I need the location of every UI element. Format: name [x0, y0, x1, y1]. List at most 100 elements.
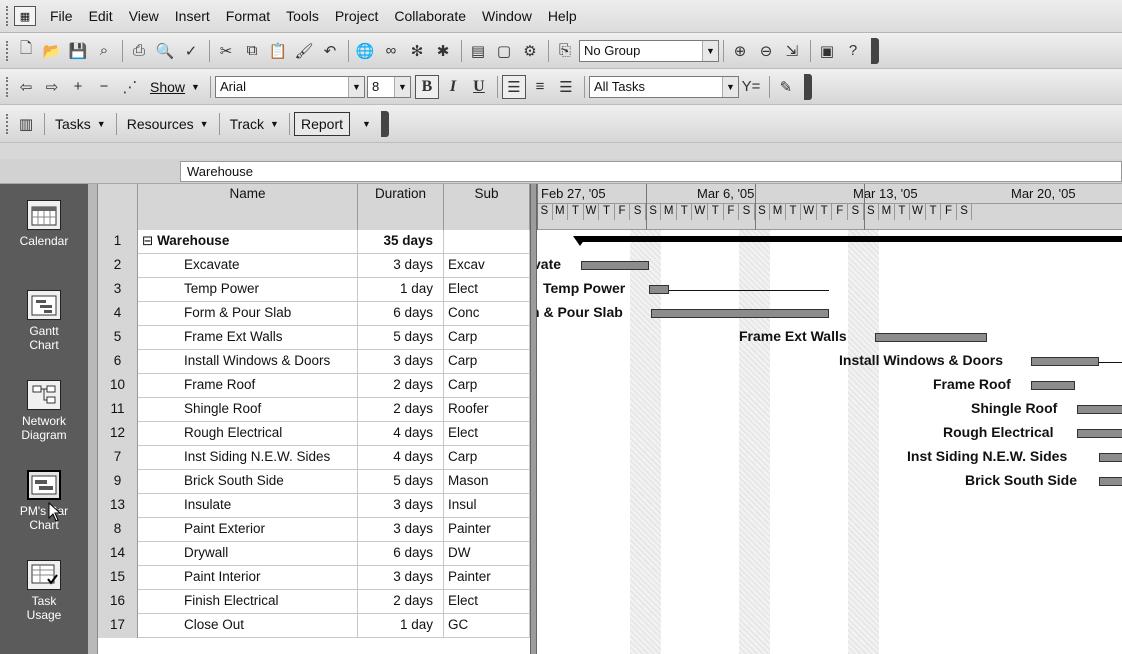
- column-header-name[interactable]: Name: [138, 184, 358, 230]
- print-preview-icon[interactable]: 🔍: [153, 39, 177, 63]
- task-name-cell[interactable]: Install Windows & Doors: [138, 350, 358, 374]
- table-row[interactable]: 15 Paint Interior 3 days Painter: [98, 566, 530, 590]
- table-row[interactable]: 16 Finish Electrical 2 days Elect: [98, 590, 530, 614]
- align-left-icon[interactable]: ☰: [501, 74, 526, 99]
- row-id-cell[interactable]: 12: [98, 422, 138, 446]
- paste-icon[interactable]: 📋: [266, 39, 290, 63]
- menu-collaborate[interactable]: Collaborate: [386, 8, 474, 24]
- sub-cell[interactable]: Carp: [444, 446, 530, 470]
- autofilter-icon[interactable]: Y=: [739, 75, 763, 99]
- table-row[interactable]: 2 Excavate 3 days Excav: [98, 254, 530, 278]
- task-name-cell[interactable]: Paint Interior: [138, 566, 358, 590]
- table-row[interactable]: 4 Form & Pour Slab 6 days Conc: [98, 302, 530, 326]
- hyperlink-globe-icon[interactable]: 🌐: [353, 39, 377, 63]
- zoom-in-icon[interactable]: ⊕: [728, 39, 752, 63]
- row-id-cell[interactable]: 2: [98, 254, 138, 278]
- indent-icon[interactable]: ⇨: [40, 75, 64, 99]
- toolbar-grip[interactable]: [6, 113, 10, 134]
- duration-cell[interactable]: 5 days: [358, 326, 444, 350]
- table-row[interactable]: 14 Drywall 6 days DW: [98, 542, 530, 566]
- task-name-cell[interactable]: Frame Ext Walls: [138, 326, 358, 350]
- font-size-select[interactable]: 8 ▼: [366, 75, 411, 98]
- table-row[interactable]: 9 Brick South Side 5 days Mason: [98, 470, 530, 494]
- row-id-cell[interactable]: 13: [98, 494, 138, 518]
- menu-format[interactable]: Format: [218, 8, 278, 24]
- sub-cell[interactable]: Roofer: [444, 398, 530, 422]
- duration-cell[interactable]: 6 days: [358, 542, 444, 566]
- duration-cell[interactable]: 1 day: [358, 614, 444, 638]
- task-bar[interactable]: [1077, 405, 1122, 414]
- task-bar[interactable]: [875, 333, 987, 342]
- show-subtasks-icon[interactable]: +: [66, 75, 90, 99]
- menu-edit[interactable]: Edit: [81, 8, 121, 24]
- zoom-out-icon[interactable]: ⊖: [754, 39, 778, 63]
- underline-button[interactable]: U: [467, 75, 491, 99]
- menu-insert[interactable]: Insert: [167, 8, 218, 24]
- task-name-cell[interactable]: Insulate: [138, 494, 358, 518]
- sub-cell[interactable]: Painter: [444, 518, 530, 542]
- task-bar[interactable]: [581, 261, 649, 270]
- link-tasks-icon[interactable]: ∞: [379, 39, 403, 63]
- sub-cell[interactable]: Insul: [444, 494, 530, 518]
- duration-cell[interactable]: 2 days: [358, 590, 444, 614]
- task-name-cell[interactable]: Drywall: [138, 542, 358, 566]
- spelling-icon[interactable]: ✓: [179, 39, 203, 63]
- sub-cell[interactable]: GC: [444, 614, 530, 638]
- copy-picture-icon[interactable]: ▣: [815, 39, 839, 63]
- sub-cell[interactable]: Elect: [444, 422, 530, 446]
- duration-cell[interactable]: 6 days: [358, 302, 444, 326]
- bold-button[interactable]: B: [414, 74, 439, 99]
- view-gantt-chart[interactable]: Gantt Chart: [0, 290, 88, 352]
- task-name-cell[interactable]: Paint Exterior: [138, 518, 358, 542]
- sub-cell[interactable]: DW: [444, 542, 530, 566]
- toolbar-options[interactable]: [380, 110, 389, 137]
- row-id-cell[interactable]: 11: [98, 398, 138, 422]
- menu-help[interactable]: Help: [540, 8, 585, 24]
- table-row[interactable]: 11 Shingle Roof 2 days Roofer: [98, 398, 530, 422]
- task-name-cell[interactable]: Form & Pour Slab: [138, 302, 358, 326]
- sub-cell[interactable]: Conc: [444, 302, 530, 326]
- align-right-icon[interactable]: ☰: [554, 75, 578, 99]
- pane-splitter[interactable]: [530, 184, 537, 654]
- chevron-down-icon[interactable]: ▼: [702, 40, 718, 61]
- toolbar-options[interactable]: [803, 73, 812, 100]
- tasks-guide-button[interactable]: Tasks ▼: [49, 112, 112, 136]
- format-painter-icon[interactable]: 🖌: [292, 39, 316, 63]
- duration-cell[interactable]: 5 days: [358, 470, 444, 494]
- project-document-icon[interactable]: ▦: [14, 6, 36, 26]
- duration-cell[interactable]: 3 days: [358, 254, 444, 278]
- task-name-cell[interactable]: ⊟ Warehouse: [138, 230, 358, 254]
- chevron-down-icon[interactable]: ▼: [721, 76, 738, 97]
- duration-cell[interactable]: 4 days: [358, 422, 444, 446]
- duration-cell[interactable]: 35 days: [358, 230, 444, 254]
- row-id-cell[interactable]: 3: [98, 278, 138, 302]
- report-dropdown[interactable]: ▼: [350, 112, 377, 136]
- group-select[interactable]: No Group ▼: [579, 39, 719, 62]
- view-task-usage[interactable]: Task Usage: [0, 560, 88, 622]
- copy-icon[interactable]: ⧉: [240, 39, 264, 63]
- menu-view[interactable]: View: [121, 8, 167, 24]
- table-row[interactable]: 3 Temp Power 1 day Elect: [98, 278, 530, 302]
- save-icon[interactable]: 💾: [66, 39, 90, 63]
- new-icon[interactable]: 🗋: [14, 39, 38, 63]
- duration-cell[interactable]: 3 days: [358, 518, 444, 542]
- row-id-cell[interactable]: 1: [98, 230, 138, 254]
- table-row[interactable]: 13 Insulate 3 days Insul: [98, 494, 530, 518]
- hide-subtasks-icon[interactable]: −: [92, 75, 116, 99]
- toolbar-options[interactable]: [871, 37, 879, 64]
- task-name-cell[interactable]: Close Out: [138, 614, 358, 638]
- row-id-cell[interactable]: 5: [98, 326, 138, 350]
- sub-cell[interactable]: Carp: [444, 374, 530, 398]
- sub-cell[interactable]: Carp: [444, 350, 530, 374]
- cut-icon[interactable]: ✂: [214, 39, 238, 63]
- show-outline-icon[interactable]: ⋰: [118, 75, 142, 99]
- chevron-down-icon[interactable]: ▼: [347, 76, 364, 97]
- collapse-icon[interactable]: ⊟: [142, 233, 157, 248]
- align-center-icon[interactable]: ≡: [528, 75, 552, 99]
- column-header-sub[interactable]: Sub: [444, 184, 530, 230]
- sub-cell[interactable]: Mason: [444, 470, 530, 494]
- column-header-duration[interactable]: Duration: [358, 184, 444, 230]
- sub-cell[interactable]: Excav: [444, 254, 530, 278]
- table-row[interactable]: 5 Frame Ext Walls 5 days Carp: [98, 326, 530, 350]
- task-bar[interactable]: [649, 285, 669, 294]
